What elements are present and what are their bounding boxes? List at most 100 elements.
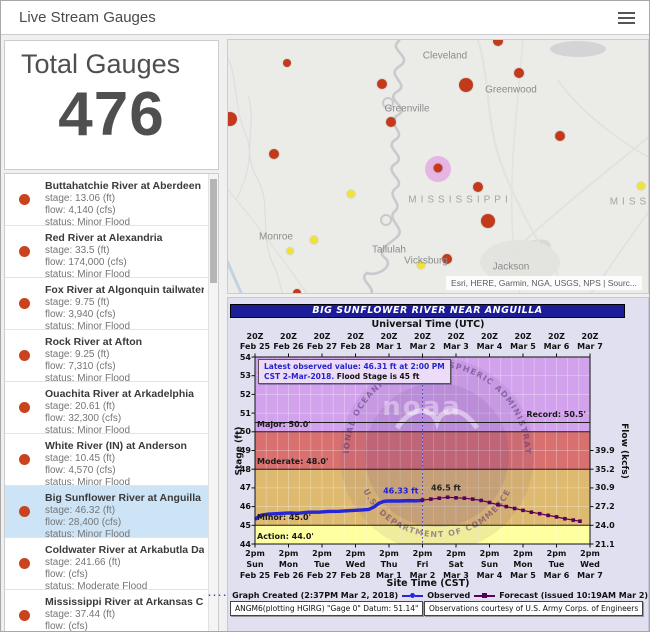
gauge-marker[interactable]: [293, 289, 301, 294]
hydrograph-panel: BIG SUNFLOWER RIVER NEAR ANGUILLA Univer…: [227, 297, 649, 632]
gauge-marker[interactable]: [481, 214, 495, 228]
axis-tick-label: Feb 25: [240, 342, 270, 351]
map-place-label: Cleveland: [423, 51, 467, 62]
header: Live Stream Gauges: [1, 1, 649, 35]
flow-tick-label: 35.2: [595, 465, 617, 474]
axis-tick-label: 20Z: [481, 332, 498, 341]
gauge-detail-line: flow: 28,400 (cfs): [45, 517, 204, 529]
axis-tick-label: Feb 26: [273, 342, 303, 351]
gauge-detail-line: flow: 3,940 (cfs): [45, 309, 204, 321]
gauge-list-item[interactable]: Ouachita River at Arkadelphiastage: 20.6…: [5, 382, 218, 434]
axis-tick-label: 20Z: [582, 332, 599, 341]
status-dot-icon: [19, 506, 30, 517]
forecast-legend-label: Forecast (issued 10:19AM Mar 2): [499, 591, 648, 600]
threshold-label: Moderate: 48.0': [257, 457, 328, 466]
latest-observed-infobox: Latest observed value: 46.31 ft at 2:00 …: [258, 359, 451, 384]
gauge-detail-line: flow: 174,000 (cfs): [45, 257, 204, 269]
flood-stage-note: Flood Stage is 45 ft: [334, 372, 419, 381]
map-panel[interactable]: ClevelandGreenwoodGreenvilleMISSISSIPPIM…: [227, 39, 649, 294]
gauge-detail-line: stage: 13.06 (ft): [45, 193, 204, 205]
axis-tick-label: 2pm: [245, 549, 265, 558]
map-place-label: Greenwood: [485, 85, 537, 96]
axis-tick-label: Mar 5: [510, 342, 536, 351]
svg-text:46.33 ft: 46.33 ft: [383, 486, 419, 495]
gauge-detail-line: stage: 20.61 (ft): [45, 401, 204, 413]
gauge-name: Fox River at Algonquin tailwater: [45, 284, 204, 296]
gauge-marker[interactable]: [555, 131, 565, 141]
axis-tick-label: Sun: [246, 560, 263, 569]
total-gauges-value: 476: [5, 82, 218, 148]
gauge-marker[interactable]: [269, 149, 279, 159]
gauge-marker[interactable]: [283, 59, 291, 67]
axis-tick-label: 20Z: [381, 332, 398, 341]
gauge-marker[interactable]: [347, 190, 355, 198]
gauge-list[interactable]: Buttahatchie River at Aberdeenstage: 13.…: [4, 173, 219, 632]
gauge-marker[interactable]: [514, 68, 524, 78]
axis-tick-label: 20Z: [448, 332, 465, 341]
map-place-label: Vicksburg: [404, 256, 448, 267]
threshold-label: Record: 50.5': [526, 410, 586, 419]
status-dot-icon: [19, 350, 30, 361]
gauge-marker[interactable]: [377, 79, 387, 89]
gauge-list-item[interactable]: Mississippi River at Arkansas Citystage:…: [5, 590, 218, 632]
map-place-label: Jackson: [493, 262, 530, 273]
map-place-label: Monroe: [259, 232, 293, 243]
observed-legend-label: Observed: [427, 591, 470, 600]
gauge-name: Ouachita River at Arkadelphia: [45, 388, 204, 400]
gauge-list-item[interactable]: Rock River at Aftonstage: 9.25 (ft)flow:…: [5, 330, 218, 382]
gauge-detail-line: stage: 9.75 (ft): [45, 297, 204, 309]
flow-tick-label: 21.1: [595, 540, 617, 549]
map-place-label: MISSISSIPPI: [408, 195, 511, 206]
axis-tick-label: Thu: [381, 560, 398, 569]
flow-tick-label: 30.9: [595, 483, 617, 492]
gauge-detail-line: stage: 9.25 (ft): [45, 349, 204, 361]
gauge-marker[interactable]: [473, 182, 483, 192]
axis-tick-label: Feb 27: [307, 342, 337, 351]
stage-tick-label: 44: [229, 540, 251, 549]
gauge-detail-line: flow: 32,300 (cfs): [45, 413, 204, 425]
latest-observed-line2: CST 2-Mar-2018.: [264, 372, 334, 381]
map-place-label: Tallulah: [372, 245, 406, 256]
axis-tick-label: 2pm: [513, 549, 533, 558]
gauge-list-item[interactable]: White River (IN) at Andersonstage: 10.45…: [5, 434, 218, 486]
gage-datum-box: ANGM6(plotting HGIRG) "Gage 0" Datum: 51…: [230, 601, 423, 616]
bottom-axis-title: Site Time (CST): [228, 578, 628, 589]
latest-observed-line1: Latest observed value: 46.31 ft at 2:00 …: [264, 362, 445, 372]
axis-tick-label: 2pm: [580, 549, 600, 558]
gauge-marker[interactable]: [386, 117, 396, 127]
gauge-detail-line: stage: 33.5 (ft): [45, 245, 204, 257]
stage-tick-label: 47: [229, 483, 251, 492]
hamburger-icon[interactable]: [618, 12, 635, 25]
scrollbar-thumb[interactable]: [210, 179, 217, 283]
left-axis-title: Stage (ft): [234, 427, 244, 476]
axis-tick-label: Mar 7: [577, 342, 603, 351]
axis-tick-label: 20Z: [347, 332, 364, 341]
axis-tick-label: Mon: [513, 560, 532, 569]
gauge-list-item[interactable]: Buttahatchie River at Aberdeenstage: 13.…: [5, 174, 218, 226]
graph-created-line-icon: ····: [208, 591, 228, 600]
gauge-list-item[interactable]: Coldwater River at Arkabutla Damstage: 2…: [5, 538, 218, 590]
flow-tick-label: 27.2: [595, 502, 617, 511]
gauge-list-item[interactable]: Fox River at Algonquin tailwaterstage: 9…: [5, 278, 218, 330]
gauge-list-item[interactable]: Red River at Alexandriastage: 33.5 (ft)f…: [5, 226, 218, 278]
gauge-name: Buttahatchie River at Aberdeen: [45, 180, 204, 192]
list-scrollbar[interactable]: [208, 174, 218, 632]
axis-tick-label: 20Z: [280, 332, 297, 341]
status-dot-icon: [19, 298, 30, 309]
gauge-marker[interactable]: [637, 182, 645, 190]
gauge-detail-line: stage: 37.44 (ft): [45, 609, 204, 621]
gauge-marker[interactable]: [459, 78, 473, 92]
forecast-line-icon: [474, 591, 495, 600]
stage-tick-label: 46: [229, 502, 251, 511]
gauge-detail-line: flow: 4,570 (cfs): [45, 465, 204, 477]
axis-tick-label: Fri: [417, 560, 429, 569]
stage-tick-label: 51: [229, 409, 251, 418]
gauge-marker[interactable]: [287, 248, 294, 255]
stage-tick-label: 52: [229, 390, 251, 399]
axis-tick-label: 2pm: [346, 549, 366, 558]
axis-tick-label: Sat: [449, 560, 464, 569]
gauge-marker[interactable]: [434, 164, 443, 173]
gauge-marker[interactable]: [310, 236, 318, 244]
gauge-list-item[interactable]: Big Sunflower River at Anguillastage: 46…: [5, 486, 218, 538]
status-dot-icon: [19, 454, 30, 465]
